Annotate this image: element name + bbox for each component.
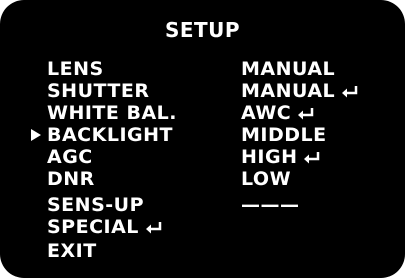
menu-value-sens-up[interactable]: ——— [241,196,300,215]
menu-item-special-label: SPECIAL [47,216,139,238]
menu-item-exit[interactable]: EXIT [47,242,97,261]
enter-arrow-icon [303,151,321,165]
triangle-right-icon [31,129,41,141]
menu-value-lens-text: MANUAL [241,58,336,80]
menu-value-backlight-text: MIDDLE [241,124,327,146]
menu-item-dnr[interactable]: DNR [47,170,95,189]
menu-value-lens[interactable]: MANUAL [241,60,335,79]
menu-value-white-bal[interactable]: AWC [241,104,315,123]
menu-title: SETUP [164,18,241,42]
menu-value-shutter-text: MANUAL [241,80,336,102]
menu-value-dnr[interactable]: LOW [241,170,291,189]
menu-item-lens[interactable]: LENS [47,60,104,79]
enter-arrow-icon [341,85,359,99]
menu-item-sens-up[interactable]: SENS-UP [47,196,144,215]
menu-value-white-bal-text: AWC [241,102,292,124]
menu-item-special[interactable]: SPECIAL [47,218,163,237]
menu-value-agc[interactable]: HIGH [241,148,321,167]
menu-item-white-bal[interactable]: WHITE BAL. [47,104,177,123]
osd-screen: SETUP LENS MANUAL SHUTTER MANUAL WHITE B… [0,0,405,278]
menu-item-backlight[interactable]: BACKLIGHT [47,126,173,145]
menu-value-agc-text: HIGH [241,146,298,168]
menu-value-backlight[interactable]: MIDDLE [241,126,327,145]
menu-value-sens-up-text: ——— [241,194,300,216]
enter-arrow-icon [297,107,315,121]
menu-item-shutter[interactable]: SHUTTER [47,82,149,101]
menu-value-dnr-text: LOW [241,168,292,190]
menu-value-shutter[interactable]: MANUAL [241,82,359,101]
menu-item-agc[interactable]: AGC [47,148,93,167]
enter-arrow-icon [145,221,163,235]
